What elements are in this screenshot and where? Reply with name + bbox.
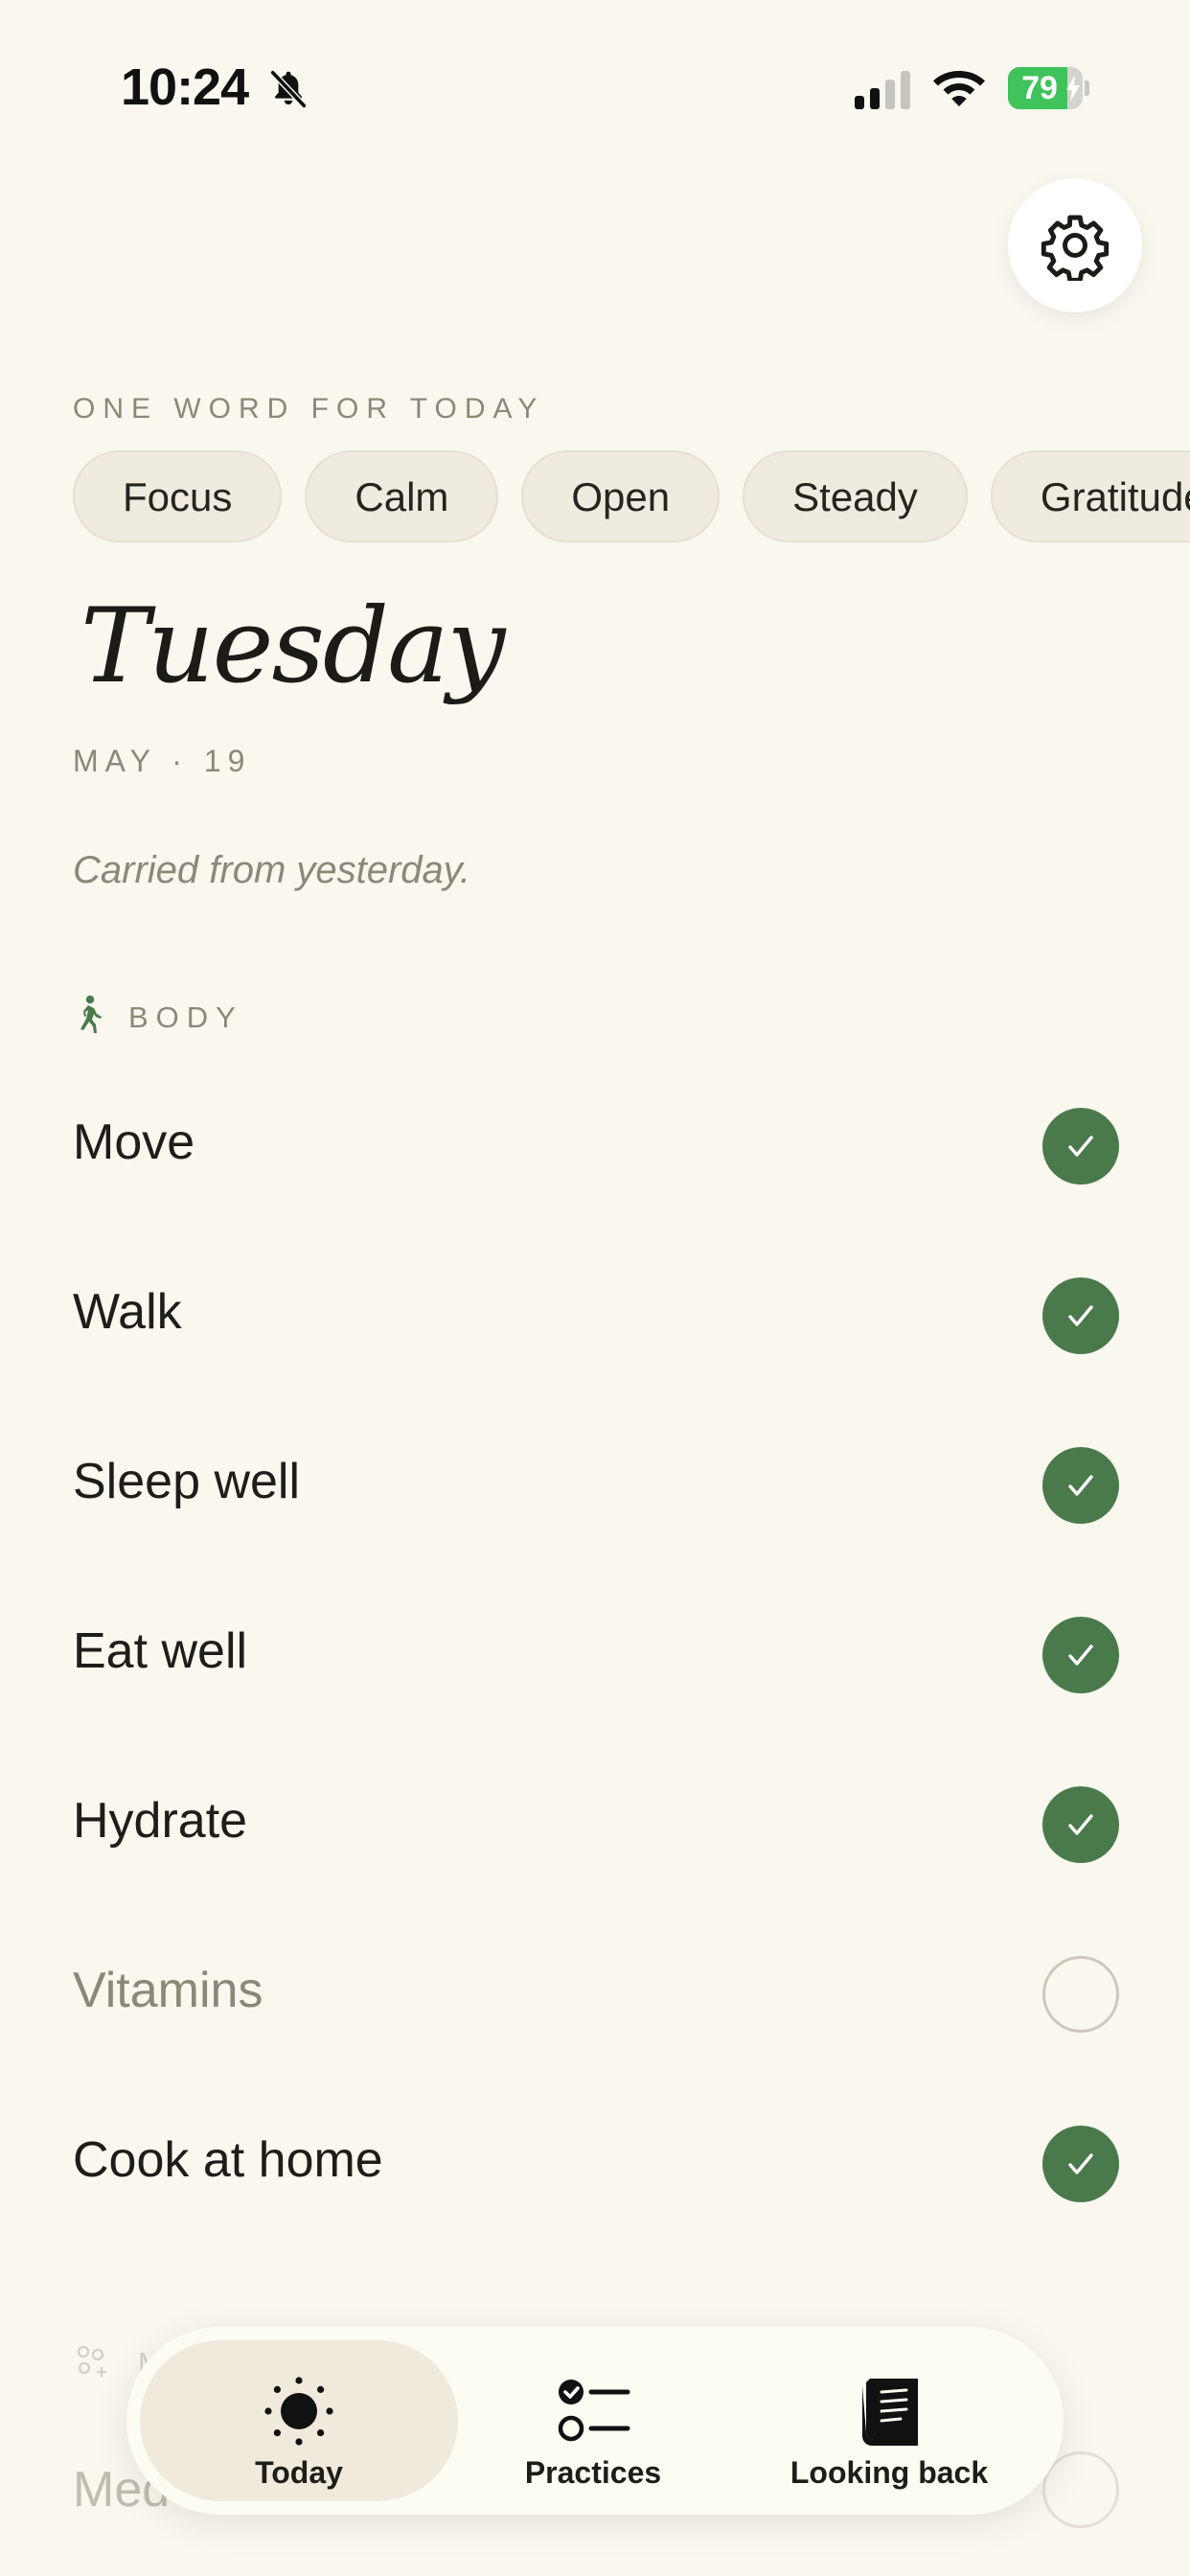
wifi-icon [933,71,985,106]
word-chip[interactable]: Gratitude [990,450,1190,542]
bottom-tab-bar: Today Practices Looking back [126,2327,1064,2515]
checklist-icon [558,2380,630,2442]
checkmark-icon [1068,1475,1093,1496]
habit-checkbox[interactable] [1042,1617,1119,1693]
tab-label: Looking back [790,2455,989,2490]
habit-checkbox[interactable] [1042,1956,1119,2033]
walking-icon [80,995,102,1033]
habit-checkbox[interactable] [1042,1108,1119,1184]
tab-label: Practices [524,2455,662,2490]
date-label: MAY · 19 [73,744,252,778]
bell-slash-icon [269,69,308,109]
tab-looking-back[interactable]: Looking back [728,2340,1050,2501]
status-time: 10:24 [121,58,249,116]
habit-label: Hydrate [73,1793,248,1849]
tab-practices[interactable]: Practices [464,2340,722,2501]
sparkles-icon [77,2345,106,2377]
journal-icon [862,2379,918,2446]
settings-button[interactable] [1008,178,1142,312]
checkmark-icon [1068,1305,1093,1326]
habit-label: Vitamins [73,1963,263,2018]
habit-row[interactable]: Move [0,1079,1190,1213]
habit-row[interactable]: Cook at home [0,2097,1190,2231]
checkmark-icon [1068,1136,1093,1157]
habit-row[interactable]: Sleep well [0,1418,1190,1552]
word-chip-list: Focus Calm Open Steady Gratitude [73,450,1190,544]
checkmark-icon [1068,2153,1093,2174]
one-word-heading: ONE WORD FOR TODAY [73,393,545,425]
battery-percent: 79 [1021,70,1058,106]
charging-bolt-icon [1066,75,1080,102]
habit-checkbox[interactable] [1042,1277,1119,1354]
checkmark-icon [1068,1814,1093,1835]
word-chip[interactable]: Focus [73,450,283,542]
word-chip[interactable]: Open [521,450,721,542]
checkmark-icon [1068,1644,1093,1666]
habit-checkbox[interactable] [1042,2126,1119,2202]
tab-today[interactable]: Today [140,2340,458,2501]
habit-checkbox[interactable] [1042,1786,1119,1863]
habit-label: Eat well [73,1623,248,1679]
gear-icon [1041,215,1110,281]
tab-label: Today [255,2455,343,2490]
habit-label: Cook at home [73,2132,383,2188]
habit-label: Move [73,1115,195,1170]
word-chip[interactable]: Calm [305,450,499,542]
habit-checkbox[interactable] [1042,1447,1119,1524]
sun-icon [264,2377,333,2446]
page-title: Tuesday [80,586,505,706]
habit-checkbox[interactable] [1042,2451,1119,2528]
cellular-signal-icon [855,71,910,109]
habit-row[interactable]: Walk [0,1249,1190,1383]
habit-label: Sleep well [73,1454,301,1509]
habit-label: Walk [73,1284,182,1340]
battery-indicator: 79 [1008,67,1090,109]
word-chip[interactable]: Steady [743,450,968,542]
section-label: BODY [128,1000,243,1034]
carried-note: Carried from yesterday. [73,849,470,891]
habit-row[interactable]: Vitamins [0,1927,1190,2061]
habit-row[interactable]: Hydrate [0,1758,1190,1892]
habit-row[interactable]: Eat well [0,1588,1190,1722]
